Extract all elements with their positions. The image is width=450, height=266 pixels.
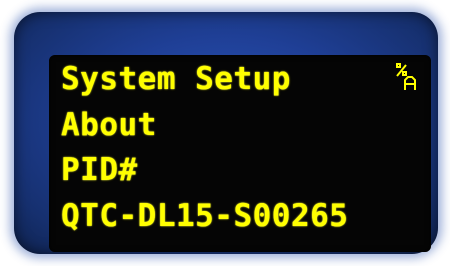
pid-value: QTC-DL15-S00265 [61, 198, 349, 234]
pid-label: PID# [61, 152, 138, 188]
menu-title: System Setup [61, 61, 291, 97]
device-bezel: System Setup About PID# QTC-DL15-S00265 [14, 12, 438, 254]
lcd-screen: System Setup About PID# QTC-DL15-S00265 [49, 55, 431, 252]
percent-a-icon [396, 63, 416, 90]
menu-item-about: About [61, 107, 157, 143]
